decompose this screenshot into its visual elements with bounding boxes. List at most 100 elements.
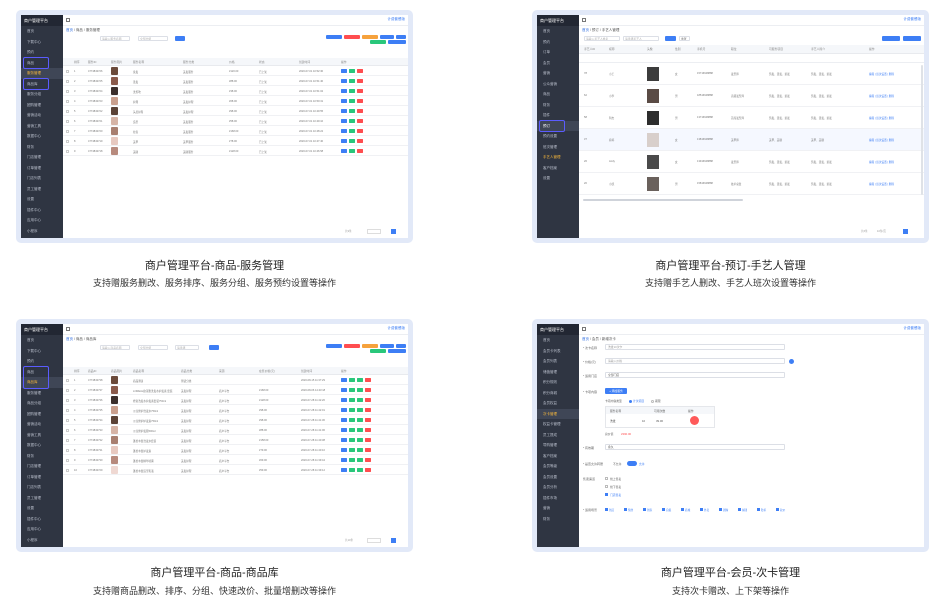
store-select[interactable]: 全部门店 [605,372,785,378]
table-row[interactable]: 9 4774843718 美睫 美睫服务 ¥128.00 已上架 2020-07-01 10… [63,146,408,156]
delete-button[interactable] [365,408,371,412]
apply-checkbox[interactable] [757,508,760,511]
row-ops[interactable]: 编辑 | 班次设置 | 删除 [869,94,894,98]
sidebar-item[interactable]: 员工管理 [21,184,63,195]
row-checkbox[interactable] [66,99,69,103]
vertical-scrollbar[interactable] [921,65,923,195]
sidebar-item[interactable]: 团购管理 [21,100,63,111]
sidebar-item[interactable]: 服务管理 [21,68,63,79]
copy-button[interactable] [349,398,355,402]
delete-button[interactable] [365,458,371,462]
copy-button[interactable] [349,79,355,83]
sidebar-item[interactable]: 预约 [21,356,63,367]
delete-button[interactable] [365,468,371,472]
sidebar-item[interactable]: 公众营销 [537,79,579,90]
sidebar-item[interactable]: 门店列表 [21,482,63,493]
edit-button[interactable] [341,109,347,113]
sidebar-item[interactable]: 系统管理 [21,236,63,238]
sidebar-item[interactable]: 员工提成 [537,430,579,441]
table-row[interactable]: 78 小王 女 15716648888 发型师 剪发、烫发、染发 剪发、烫发、染发 编辑 | … [579,63,924,85]
row-checkbox[interactable] [66,119,69,123]
row-checkbox[interactable] [66,388,69,392]
edit-button[interactable] [341,448,347,452]
edit-button[interactable] [341,468,347,472]
sidebar-item[interactable]: 营销工具 [21,121,63,132]
edit-button[interactable] [341,129,347,133]
sidebar-item[interactable]: 员工管理 [21,493,63,504]
sidebar-item[interactable]: 会员权益 [537,398,579,409]
copy-button[interactable] [349,89,355,93]
sidebar-item[interactable]: 会员 [537,58,579,69]
sidebar-item[interactable]: 应用中心 [21,524,63,535]
row-checkbox[interactable] [66,438,69,442]
edit-button[interactable] [341,89,347,93]
sidebar-item[interactable]: 营销工具 [21,430,63,441]
row-checkbox[interactable] [66,458,69,462]
sidebar-item[interactable]: 门店管理 [21,461,63,472]
apply-checkbox[interactable] [776,508,779,511]
row-ops[interactable]: 编辑 | 班次设置 | 删除 [869,182,894,186]
edit-button[interactable] [341,458,347,462]
table-row[interactable]: 3 4774843736 修复洗发水护发素套装750ml 美发护理 商户平台 ¥128.0… [63,395,408,405]
row-checkbox[interactable] [66,378,69,382]
apply-checkbox[interactable] [719,508,722,511]
delete-button[interactable] [357,129,363,133]
sidebar-item[interactable]: 系统管理 [21,545,63,547]
delete-button[interactable] [357,119,363,123]
row-checkbox[interactable] [66,79,69,83]
edit-button[interactable] [341,69,347,73]
row-checkbox[interactable] [66,149,69,153]
edit-button[interactable] [341,408,347,412]
delete-button[interactable] [357,99,363,103]
sidebar-item[interactable]: 订单 [537,47,579,58]
edit-button[interactable] [341,149,347,153]
delete-button[interactable] [365,438,371,442]
table-row[interactable]: 5 4774843734 沙龙修护护发素750ml 美发护理 商户平台 ¥98.00 202… [63,415,408,425]
sidebar-item[interactable]: 营销 [537,68,579,79]
delete-button[interactable] [365,428,371,432]
sidebar-item[interactable]: 预约 [537,37,579,48]
radio-unchecked-icon[interactable] [651,399,654,403]
row-ops[interactable]: 编辑 | 班次设置 | 删除 [869,72,894,76]
sidebar-item[interactable]: 会员等级 [537,461,579,472]
table-row[interactable]: 2 4774843725 烫发 美发服务 ¥88.00 已上架 2020-07-01 10:… [63,76,408,86]
sidebar-item[interactable]: 预约 [21,47,63,58]
row-checkbox[interactable] [66,89,69,93]
sidebar-item[interactable]: 插件中心 [21,205,63,216]
table-row[interactable]: 37 婷婷 女 13816648888 美甲师 美甲、美睫 美甲、美睫 编辑 | 班次设置 |… [579,129,924,151]
table-row[interactable]: 7 4774843720 拉直 美发服务 ¥168.00 已上架 2020-07-01 10… [63,126,408,136]
sidebar-item[interactable]: 小程序 [21,535,63,546]
copy-button[interactable] [349,458,355,462]
sidebar-item[interactable]: 客户档案 [537,163,579,174]
delete-button[interactable] [357,109,363,113]
sidebar-item[interactable]: 服务管理 [21,388,63,399]
sidebar-item[interactable]: 权益卡管理 [537,419,579,430]
apply-checkbox[interactable] [624,508,627,511]
horizontal-scrollbar[interactable] [583,199,743,201]
copy-button[interactable] [349,418,355,422]
row-checkbox[interactable] [66,69,69,73]
price-button[interactable] [357,408,363,412]
apply-checkbox[interactable] [662,508,665,511]
edit-button[interactable] [341,119,347,123]
price-input[interactable]: 请输入价格 [605,358,785,364]
table-row[interactable]: 3 4774843724 洗剪吹 美发服务 ¥38.00 已上架 2020-07-01 10… [63,86,408,96]
edit-button[interactable] [341,378,347,382]
pagination[interactable]: 共10条 [345,538,405,543]
sidebar-item[interactable]: 服务分组 [21,89,63,100]
pagination[interactable]: 共6条 10条/页 [861,229,921,234]
sidebar-item[interactable]: 数据中心 [21,131,63,142]
sidebar-item[interactable]: 次卡管理 [537,408,579,419]
table-row[interactable]: 2 4774843737 LOREAL欧莱雅洗发水护发素 套装 美发护理 商户平台 ¥16… [63,385,408,395]
table-row[interactable]: 26 Andy 女 13916648888 发型师 剪发、烫发、染发 剪发、烫发、染发 编辑 … [579,151,924,173]
sidebar-item[interactable]: 下载中心 [21,346,63,357]
price-button[interactable] [357,438,363,442]
price-button[interactable] [357,448,363,452]
sidebar-item[interactable]: 导购管理 [537,440,579,451]
row-checkbox[interactable] [66,428,69,432]
delete-button[interactable] [365,398,371,402]
sidebar-item[interactable]: 财务 [537,514,579,525]
copy-button[interactable] [349,378,355,382]
sidebar-item[interactable]: 插件 [537,110,579,121]
add-service-button[interactable]: + 添加服务 [605,388,627,394]
